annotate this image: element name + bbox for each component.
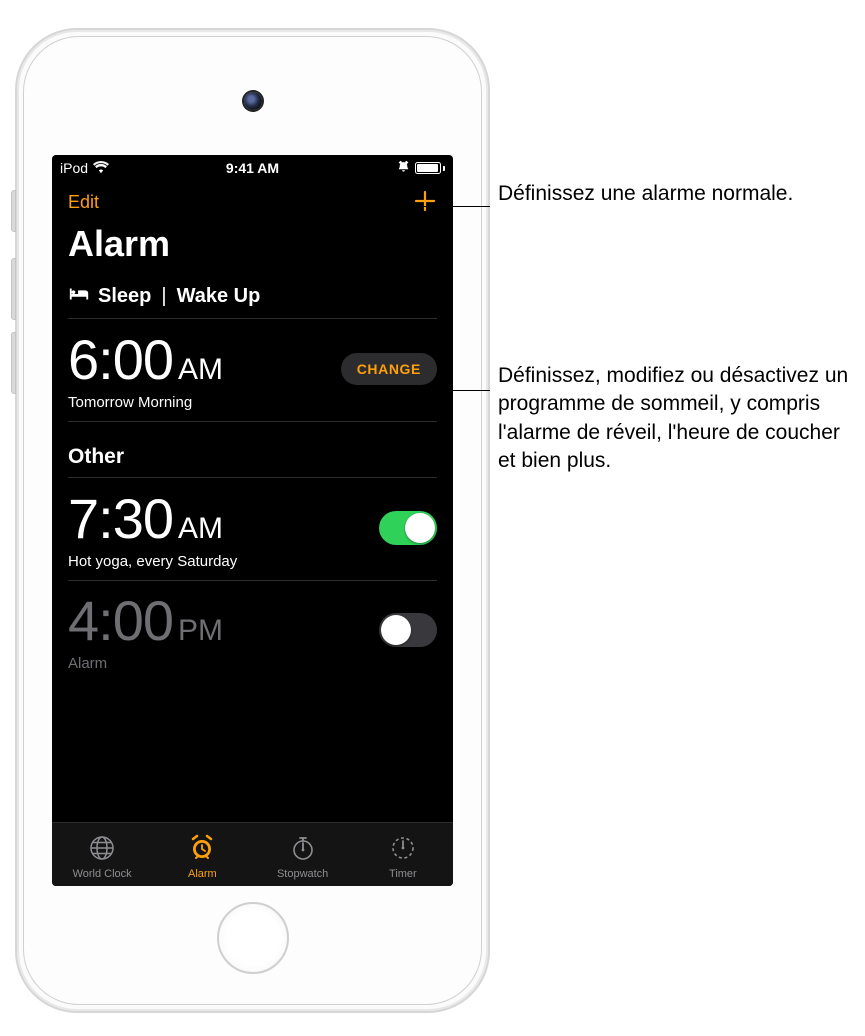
- alarm-subtitle: Alarm: [68, 655, 223, 672]
- nav-bar: Edit: [52, 181, 453, 217]
- sleep-alarm-row[interactable]: 6:00 AM Tomorrow Morning CHANGE: [52, 319, 453, 421]
- tab-alarm[interactable]: Alarm: [152, 834, 252, 880]
- front-camera: [244, 92, 262, 110]
- page-title-row: Alarm: [52, 217, 453, 275]
- timer-icon: [389, 834, 417, 865]
- change-button[interactable]: CHANGE: [341, 353, 437, 385]
- tab-label: World Clock: [73, 868, 132, 880]
- device-inner: iPod 9:41 AM Edit: [23, 36, 482, 1005]
- edit-button[interactable]: Edit: [68, 192, 99, 213]
- status-bar: iPod 9:41 AM: [52, 155, 453, 181]
- callout-leader-line: [402, 390, 490, 391]
- alarm-row-1[interactable]: 4:00 PM Alarm: [52, 580, 453, 682]
- tab-label: Stopwatch: [277, 868, 328, 880]
- home-button[interactable]: [217, 902, 289, 974]
- screen: iPod 9:41 AM Edit: [52, 155, 453, 886]
- callout-add-alarm: Définissez une alarme normale.: [498, 180, 843, 208]
- sleep-ampm: AM: [178, 353, 223, 387]
- other-section-header: Other: [52, 421, 453, 477]
- status-time: 9:41 AM: [52, 160, 453, 176]
- add-alarm-button[interactable]: [413, 189, 437, 215]
- stopwatch-icon: [289, 834, 317, 865]
- wake-label: Wake Up: [177, 285, 261, 308]
- alarm-ampm: PM: [178, 614, 223, 648]
- alarm-clock-icon: [188, 834, 216, 865]
- alarm-time: 4:00: [68, 588, 173, 653]
- alarm-toggle-1[interactable]: [379, 613, 437, 647]
- sleep-time: 6:00: [68, 327, 173, 392]
- tab-world-clock[interactable]: World Clock: [52, 834, 152, 880]
- alarm-time: 7:30: [68, 486, 173, 551]
- page-title: Alarm: [68, 223, 437, 265]
- tab-timer[interactable]: Timer: [353, 834, 453, 880]
- volume-up-button: [11, 258, 16, 320]
- device-frame: iPod 9:41 AM Edit: [15, 28, 490, 1013]
- alarm-row-0[interactable]: 7:30 AM Hot yoga, every Saturday: [52, 478, 453, 580]
- tab-label: Alarm: [188, 868, 217, 880]
- sleep-label: Sleep: [98, 285, 151, 308]
- volume-button: [11, 190, 16, 232]
- battery-icon: [415, 162, 445, 174]
- tab-bar: World Clock Alarm Stopwatch: [52, 822, 453, 886]
- globe-icon: [88, 834, 116, 865]
- tab-label: Timer: [389, 868, 417, 880]
- alarm-toggle-0[interactable]: [379, 511, 437, 545]
- pipe-divider: |: [161, 285, 166, 308]
- volume-down-button: [11, 332, 16, 394]
- alarm-ampm: AM: [178, 512, 223, 546]
- callout-leader-line: [388, 206, 490, 207]
- sleep-subtitle: Tomorrow Morning: [68, 394, 223, 411]
- sleep-section-header: Sleep | Wake Up: [52, 275, 453, 318]
- tab-stopwatch[interactable]: Stopwatch: [253, 834, 353, 880]
- bed-icon: [68, 285, 90, 308]
- alarm-subtitle: Hot yoga, every Saturday: [68, 553, 237, 570]
- callout-change-sleep: Définissez, modifiez ou désactivez un pr…: [498, 362, 853, 475]
